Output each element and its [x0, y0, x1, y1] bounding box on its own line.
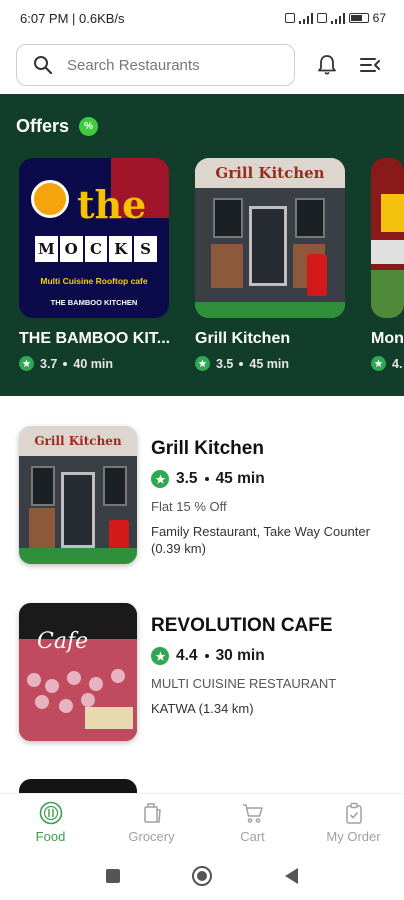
- offer-card[interactable]: Grill Kitchen Grill Kitchen 3.5 45 min: [195, 158, 345, 371]
- restaurant-meta: 3.5 45 min: [151, 470, 397, 488]
- offers-section: Offers % the M O C K S Multi Cuisine Roo…: [0, 94, 404, 396]
- signal-icon: [298, 12, 313, 24]
- offer-image: [371, 158, 404, 318]
- cart-icon: [242, 804, 263, 823]
- system-nav: [0, 851, 404, 900]
- offer-card[interactable]: Mon 4.: [371, 158, 404, 371]
- restaurant-name: Grill Kitchen: [151, 438, 264, 459]
- offer-name: Mon: [371, 330, 404, 347]
- battery-icon: [348, 13, 369, 23]
- logo-mocks: M O C K S: [35, 236, 157, 262]
- nav-grocery[interactable]: Grocery: [101, 794, 202, 851]
- app-screen: 6:07 PM | 0.6KB/s 67 Search Restaurants …: [0, 0, 404, 900]
- offer-time: 40 min: [73, 356, 113, 371]
- offer-card[interactable]: the M O C K S Multi Cuisine Rooftop cafe…: [19, 158, 169, 371]
- menu-icon: [360, 58, 381, 72]
- offer-time: 45 min: [249, 356, 289, 371]
- star-icon: [195, 356, 210, 371]
- star-icon: [151, 647, 169, 665]
- restaurant-rating: 3.5: [176, 470, 198, 487]
- offer-name: Grill Kitchen: [195, 330, 291, 347]
- restaurant-time: 45 min: [215, 470, 265, 487]
- restaurant-detail: KATWA (1.34 km): [151, 701, 254, 716]
- back-button[interactable]: [283, 867, 299, 885]
- nav-my-order[interactable]: My Order: [303, 794, 404, 851]
- home-button[interactable]: [191, 865, 213, 887]
- logo-powered: THE BAMBOO KITCHEN: [50, 298, 138, 307]
- restaurant-offer: Flat 15 % Off: [151, 499, 227, 514]
- menu-button[interactable]: [352, 47, 388, 83]
- grocery-icon: [143, 803, 161, 823]
- restaurant-time: 30 min: [215, 647, 265, 664]
- top-header: Search Restaurants: [0, 36, 404, 94]
- separator-dot: [239, 361, 244, 366]
- restaurant-image: Grill Kitchen: [19, 426, 137, 564]
- orange-slice-icon: [31, 180, 69, 218]
- restaurant-name: REVOLUTION CAFE: [151, 615, 333, 636]
- restaurant-detail: Family Restaurant, Take Way Counter (0.3…: [151, 524, 370, 556]
- status-icons: 67: [284, 11, 386, 25]
- logo-letter: O: [59, 236, 83, 262]
- offer-image: the M O C K S Multi Cuisine Rooftop cafe…: [19, 158, 169, 318]
- nav-food[interactable]: Food: [0, 794, 101, 851]
- offer-name: THE BAMBOO KIT...: [19, 330, 169, 347]
- separator-dot: [204, 477, 209, 481]
- logo-letter: C: [84, 236, 108, 262]
- nav-cart[interactable]: Cart: [202, 794, 303, 851]
- food-icon: [39, 801, 62, 825]
- restaurant-type: MULTI CUISINE RESTAURANT: [151, 676, 337, 691]
- logo-letter: M: [35, 236, 58, 262]
- battery-level: 67: [372, 11, 386, 25]
- search-placeholder: Search Restaurants: [67, 56, 200, 74]
- restaurant-meta: 4.4 30 min: [151, 647, 397, 665]
- status-time: 6:07 PM | 0.6KB/s: [20, 10, 125, 26]
- percent-badge-icon: %: [79, 117, 99, 136]
- restaurant-image: Cafe: [19, 603, 137, 741]
- logo-letter: S: [134, 236, 157, 262]
- restaurant-row[interactable]: Cafe REVOLUTION CAFE 4.4 30 min MULTI CU…: [0, 575, 404, 741]
- cafe-logo: Cafe: [37, 629, 89, 654]
- search-input[interactable]: Search Restaurants: [16, 44, 295, 86]
- nav-label: My Order: [326, 829, 381, 844]
- logo-the: the: [77, 182, 147, 227]
- restaurant-row[interactable]: Grill Kitchen Grill Kitchen 3.5 45 min F…: [0, 398, 404, 564]
- offer-rating: 3.7: [40, 356, 58, 371]
- status-bar: 6:07 PM | 0.6KB/s 67: [0, 0, 404, 36]
- restaurant-rating: 4.4: [176, 647, 198, 664]
- star-icon: [19, 356, 34, 371]
- restaurant-info: REVOLUTION CAFE 4.4 30 min MULTI CUISINE…: [151, 615, 397, 717]
- notification-button[interactable]: [309, 47, 345, 83]
- offers-title: Offers: [16, 116, 70, 136]
- hd-icon: [284, 13, 295, 23]
- offer-rating: 3.5: [216, 356, 234, 371]
- separator-dot: [204, 654, 209, 658]
- search-icon: [34, 56, 53, 75]
- shop-sign: Grill Kitchen: [19, 426, 137, 456]
- signal-icon-2: [330, 12, 345, 24]
- offer-image: Grill Kitchen: [195, 158, 345, 318]
- offer-meta: 3.5 45 min: [195, 356, 345, 371]
- bottom-nav: Food Grocery Cart My Order: [0, 793, 404, 851]
- nav-label: Grocery: [128, 829, 175, 844]
- offer-rating: 4.: [392, 356, 403, 371]
- offer-meta: 4.: [371, 356, 404, 371]
- nav-label: Food: [35, 829, 66, 844]
- star-icon: [371, 356, 386, 371]
- order-icon: [345, 802, 362, 824]
- offers-heading: Offers %: [16, 116, 99, 137]
- recents-button[interactable]: [105, 868, 121, 884]
- offer-meta: 3.7 40 min: [19, 356, 169, 371]
- separator-dot: [63, 361, 68, 366]
- shop-sign: Grill Kitchen: [195, 158, 345, 188]
- logo-letter: K: [109, 236, 133, 262]
- restaurant-info: Grill Kitchen 3.5 45 min Flat 15 % Off F…: [151, 438, 397, 557]
- bell-icon: [317, 55, 336, 75]
- logo-subtitle: Multi Cuisine Rooftop cafe: [40, 276, 148, 286]
- hd-icon-2: [316, 13, 327, 23]
- star-icon: [151, 470, 169, 488]
- nav-label: Cart: [240, 829, 265, 844]
